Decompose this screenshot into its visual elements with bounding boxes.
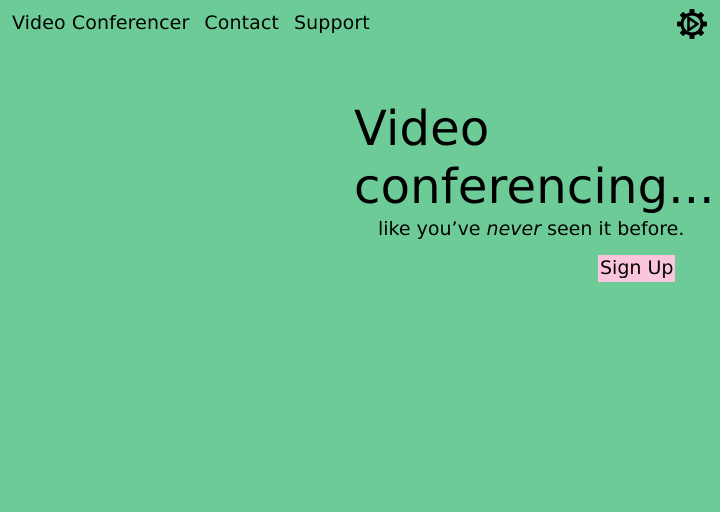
tagline-emphasis: never [486,218,542,240]
tagline-text-before: like you’ve [378,218,487,240]
sign-up-button[interactable]: Sign Up [598,255,676,282]
hero-tagline: like you’ve never seen it before. [378,218,684,240]
tagline-text-after: seen it before. [541,218,685,240]
gear-icon [677,9,707,39]
hero: Video conferencing... [354,100,714,216]
hero-title-line-2: conferencing... [354,159,715,215]
hero-title: Video conferencing... [354,100,714,216]
settings-button[interactable] [676,8,708,40]
brand-link[interactable]: Video Conferencer [12,12,189,34]
top-nav: Video Conferencer Contact Support [12,12,370,34]
nav-support-link[interactable]: Support [294,12,370,34]
hero-title-line-1: Video [354,101,490,157]
nav-contact-link[interactable]: Contact [204,12,279,34]
page: Video Conferencer Contact Support Video … [0,0,720,512]
